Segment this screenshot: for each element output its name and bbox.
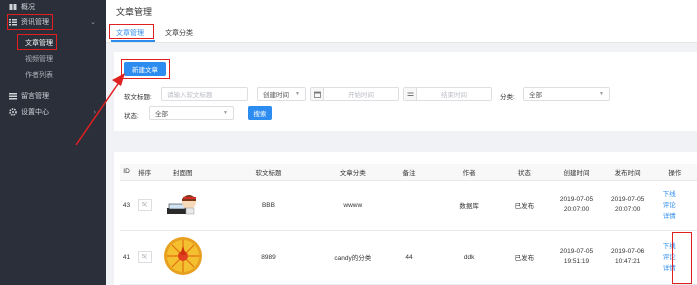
category-value: 全部	[529, 92, 542, 99]
sort-input[interactable]: 5(	[137, 251, 152, 263]
column-header-note: 备注	[377, 164, 441, 181]
column-header-cover: 封面图	[156, 164, 210, 181]
end-time-input[interactable]: 结束时间	[403, 87, 492, 101]
highlight-box	[109, 24, 154, 39]
cell-note	[377, 180, 441, 231]
category-select[interactable]: 全部 ▼	[523, 87, 610, 101]
cell-category: wwww	[327, 180, 378, 231]
sidebar-item-label: 作者列表	[25, 72, 53, 79]
status-filter-label: 状态:	[124, 113, 139, 120]
main-content: 文章管理 文章管理 文章分类 新建文章 软文标题: 请输入软文标题 创建时间 ▼…	[106, 0, 697, 285]
category-filter-label: 分类:	[500, 94, 515, 101]
column-header-sort: 排序	[133, 164, 157, 181]
sidebar-item-label: 概况	[21, 4, 35, 11]
table-row: 41 5(8989 candy的分类 44 ddk 已发布 2019-07-0…	[120, 230, 697, 285]
column-header-category: 文章分类	[327, 164, 378, 181]
table-header-row: ID 排序 封面图 软文标题 文章分类 备注 作者 状态 创建时间 发布时间 操…	[120, 164, 697, 181]
cell-sort: 5(	[133, 180, 157, 231]
highlight-box	[121, 59, 170, 79]
sidebar-item-label: 设置中心	[21, 109, 49, 116]
chevron-right-icon: ›	[93, 108, 96, 116]
sidebar-item-video-management[interactable]: 视频管理	[0, 52, 106, 66]
status-select[interactable]: 全部 ▼	[149, 106, 234, 120]
cell-actions: 下线 评论 详情	[652, 180, 697, 231]
chevron-down-icon: ▼	[295, 91, 300, 97]
cover-image[interactable]	[165, 190, 201, 220]
cell-status: 已发布	[498, 180, 551, 231]
cell-status: 已发布	[498, 230, 551, 285]
filter-panel: 新建文章 软文标题: 请输入软文标题 创建时间 ▼ 开始时间 结束时间 分类: …	[114, 52, 697, 131]
status-value: 全部	[155, 111, 168, 118]
chevron-down-icon: ▼	[599, 91, 604, 97]
column-header-title: 软文标题	[209, 164, 328, 181]
sidebar-item-comment-management[interactable]: 留言管理	[0, 89, 106, 103]
calendar-icon	[404, 88, 417, 100]
list-icon	[9, 92, 17, 100]
chevron-down-icon: ▼	[223, 110, 228, 116]
cell-published: 2019-07-05 20:07:00	[602, 180, 653, 231]
calendar-icon	[311, 88, 324, 100]
sidebar-item-label: 留言管理	[21, 93, 49, 100]
gear-icon	[9, 108, 17, 116]
cell-id: 43	[120, 180, 134, 231]
cell-sort: 5(	[133, 230, 157, 285]
highlight-box	[17, 34, 57, 50]
column-header-published: 发布时间	[602, 164, 653, 181]
time-type-select[interactable]: 创建时间 ▼	[257, 87, 306, 101]
tab-article-category[interactable]: 文章分类	[165, 28, 193, 38]
sort-input[interactable]: 5(	[137, 199, 152, 211]
sidebar-item-author-list[interactable]: 作者列表	[0, 68, 106, 82]
cell-author: 数据库	[440, 180, 499, 231]
column-header-created: 创建时间	[550, 164, 603, 181]
sidebar: 概况 资讯管理 ⌄ 文章管理 视频管理 作者列表 留言管理 设置中心 ›	[0, 0, 106, 285]
cell-id: 41	[120, 230, 134, 285]
article-table: ID 排序 封面图 软文标题 文章分类 备注 作者 状态 创建时间 发布时间 操…	[120, 164, 697, 285]
tab-underline	[111, 40, 155, 42]
cell-cover	[156, 230, 210, 285]
chevron-down-icon: ⌄	[90, 19, 96, 26]
comment-link[interactable]: 评论	[663, 200, 697, 211]
cell-title: BBB	[209, 180, 328, 231]
time-type-value: 创建时间	[263, 92, 289, 99]
offline-link[interactable]: 下线	[663, 189, 697, 200]
table-row: 43 5( BBB wwww 数据库 已发布 2019-07-05 20:07:…	[120, 180, 697, 231]
start-time-input[interactable]: 开始时间	[310, 87, 399, 101]
title-search-input[interactable]: 请输入软文标题	[161, 87, 248, 101]
end-time-placeholder: 结束时间	[441, 92, 467, 99]
column-header-status: 状态	[498, 164, 551, 181]
detail-link[interactable]: 详情	[663, 211, 697, 222]
cell-category: candy的分类	[327, 230, 378, 285]
sidebar-item-label: 视频管理	[25, 56, 53, 63]
sidebar-item-settings[interactable]: 设置中心 ›	[0, 105, 106, 119]
column-header-actions: 操作	[652, 164, 697, 181]
search-button[interactable]: 搜索	[248, 106, 272, 120]
cell-note: 44	[377, 230, 441, 285]
book-icon	[9, 3, 17, 11]
highlight-box	[7, 14, 53, 30]
sidebar-item-overview[interactable]: 概况	[0, 0, 106, 14]
cell-author: ddk	[440, 230, 499, 285]
cover-image[interactable]	[163, 234, 203, 280]
title-bar: 文章管理 文章管理 文章分类	[106, 0, 697, 43]
cell-created: 2019-07-05 20:07:00	[550, 180, 603, 231]
cell-cover	[156, 180, 210, 231]
cell-published: 2019-07-06 10:47:21	[602, 230, 653, 285]
column-header-author: 作者	[440, 164, 499, 181]
column-header-id: ID	[120, 164, 134, 181]
start-time-placeholder: 开始时间	[348, 92, 374, 99]
cell-title: 8989	[209, 230, 328, 285]
title-filter-label: 软文标题:	[124, 94, 152, 101]
highlight-box	[672, 232, 692, 284]
cell-created: 2019-07-05 19:51:19	[550, 230, 603, 285]
page-title: 文章管理	[116, 7, 153, 17]
title-search-placeholder: 请输入软文标题	[167, 92, 213, 99]
